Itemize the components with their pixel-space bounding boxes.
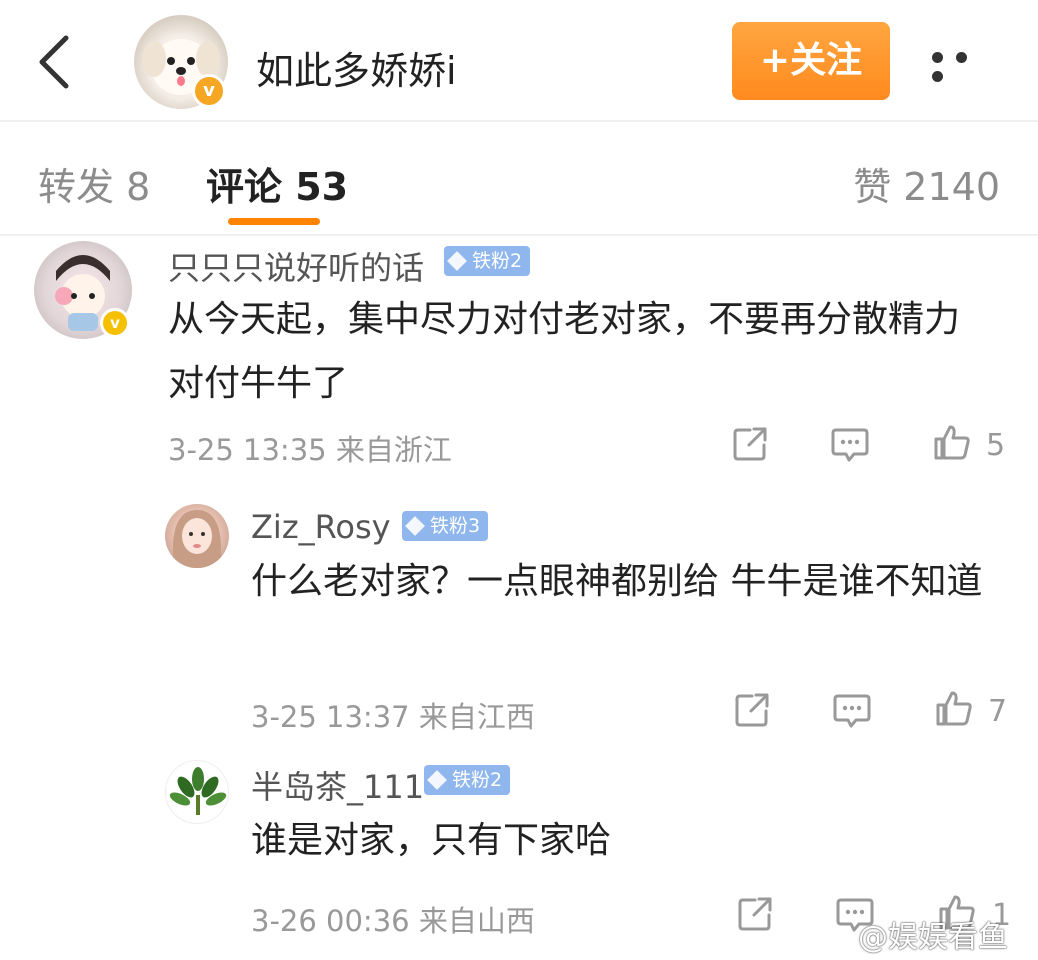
divider xyxy=(0,234,1038,236)
more-dots-icon xyxy=(932,52,943,63)
verified-badge: v xyxy=(192,74,226,108)
plant-avatar-image xyxy=(169,767,227,815)
comment-text: 什么老对家？一点眼神都别给 牛牛是谁不知道 xyxy=(251,561,983,602)
share-icon[interactable] xyxy=(735,894,775,934)
chevron-left-icon xyxy=(39,35,69,89)
back-button[interactable] xyxy=(34,34,74,90)
author-name[interactable]: 如此多娇娇i xyxy=(256,40,457,95)
girl-avatar-image xyxy=(173,510,221,568)
tab-repost[interactable]: 转发 8 xyxy=(38,156,150,211)
active-tab-indicator xyxy=(228,218,320,225)
share-icon[interactable] xyxy=(730,424,770,464)
fan-badge: 铁粉2 xyxy=(424,765,511,795)
like-count: 7 xyxy=(988,694,1008,729)
fan-badge-label: 铁粉3 xyxy=(430,515,481,537)
like-thumb-icon[interactable] xyxy=(932,422,972,462)
fan-badge-label: 铁粉2 xyxy=(472,250,523,272)
comment-text: 谁是对家，只有下家哈 xyxy=(251,820,612,861)
post-header: v 如此多娇娇i +关注 xyxy=(0,0,1038,120)
fan-badge: 铁粉2 xyxy=(444,246,531,276)
watermark: @娱娱看鱼 xyxy=(858,920,1008,955)
diamond-icon xyxy=(405,516,425,536)
commenter-name[interactable]: 半岛茶_111 xyxy=(251,762,424,808)
fan-badge: 铁粉3 xyxy=(402,511,489,541)
comment-text: 从今天起，集中尽力对付老对家，不要再分散精力对付牛牛了 xyxy=(168,299,961,404)
commenter-avatar[interactable] xyxy=(165,760,229,824)
commenter-avatar[interactable] xyxy=(165,504,229,568)
comment-meta: 3-25 13:35 来自浙江 xyxy=(168,433,452,467)
like-count: 5 xyxy=(986,428,1006,463)
tab-likes[interactable]: 赞 2140 xyxy=(853,156,1000,211)
more-dots-icon xyxy=(956,52,967,63)
more-dots-icon xyxy=(932,71,943,82)
comment-icon[interactable] xyxy=(830,424,870,464)
comment-meta: 3-26 00:36 来自山西 xyxy=(251,904,535,938)
comment-meta: 3-25 13:37 来自江西 xyxy=(251,700,535,734)
share-icon[interactable] xyxy=(732,690,772,730)
tab-comments[interactable]: 评论 53 xyxy=(206,156,348,211)
diamond-icon xyxy=(447,251,467,271)
commenter-name[interactable]: Ziz_Rosy xyxy=(251,508,391,546)
comment-icon[interactable] xyxy=(832,690,872,730)
follow-button[interactable]: +关注 xyxy=(732,22,890,100)
more-options-button[interactable] xyxy=(932,48,1002,82)
diamond-icon xyxy=(427,770,447,790)
tab-bar: 转发 8 评论 53 赞 2140 xyxy=(0,122,1038,234)
like-thumb-icon[interactable] xyxy=(934,688,974,728)
commenter-name[interactable]: 只只只说好听的话 xyxy=(168,243,424,289)
verified-badge: v xyxy=(100,308,130,338)
fan-badge-label: 铁粉2 xyxy=(452,769,503,791)
